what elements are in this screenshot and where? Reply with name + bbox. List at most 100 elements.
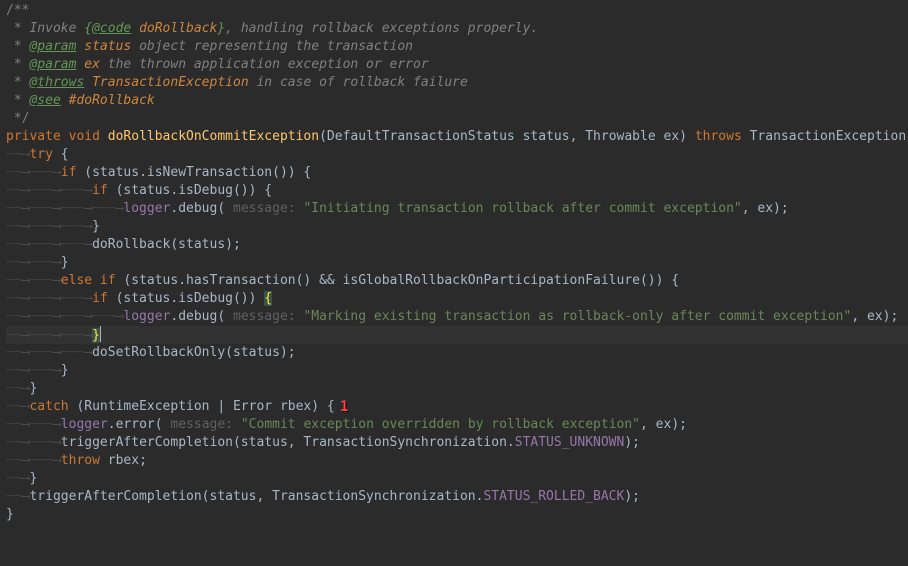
code-line[interactable]: ┈┈⟶}	[6, 470, 908, 488]
code-line[interactable]: ┈┈⟶catch (RuntimeException | Error rbex)…	[6, 398, 908, 416]
logger-field: logger	[123, 201, 170, 216]
code-line[interactable]: /**	[6, 2, 908, 20]
brace-close: }	[6, 507, 14, 522]
javadoc-param-name: ex	[76, 57, 99, 72]
brace-close: }	[29, 471, 37, 486]
indent-guide: ┈┈⟶┈┈┈⟶┈┈┈⟶	[6, 328, 92, 343]
javadoc-code-value: doRollback	[131, 21, 217, 36]
args-tail: , ex);	[851, 309, 898, 324]
javadoc-text: * Invoke	[6, 21, 84, 36]
statement-suffix: );	[624, 435, 640, 450]
param-type: DefaultTransactionStatus	[327, 129, 523, 144]
code-line[interactable]: ┈┈⟶┈┈┈⟶┈┈┈⟶if (status.isDebug()) {	[6, 182, 908, 200]
code-line[interactable]: */	[6, 110, 908, 128]
constant: STATUS_ROLLED_BACK	[483, 489, 624, 504]
code-line-active[interactable]: ┈┈⟶┈┈┈⟶┈┈┈⟶}	[6, 326, 908, 344]
code-line[interactable]: ┈┈⟶┈┈┈⟶┈┈┈⟶doRollback(status);	[6, 236, 908, 254]
code-line[interactable]: * Invoke {@code doRollback}, handling ro…	[6, 20, 908, 38]
brace-close: }	[92, 219, 100, 234]
javadoc-param-desc: object representing the transaction	[131, 39, 413, 54]
condition: (status.hasTransaction() && isGlobalRoll…	[116, 273, 680, 288]
kw-if: if	[61, 165, 77, 180]
javadoc-param-tag: @param	[29, 39, 76, 54]
method-call: debug(	[178, 201, 233, 216]
kw-catch: catch	[29, 399, 68, 414]
kw-throws: throws	[695, 129, 742, 144]
string-literal: "Marking existing transaction as rollbac…	[303, 309, 851, 324]
code-line[interactable]: ┈┈⟶triggerAfterCompletion(status, Transa…	[6, 488, 908, 506]
javadoc-open: /**	[6, 3, 29, 18]
javadoc-param-name: status	[76, 39, 131, 54]
javadoc-text: , handling rollback exceptions properly.	[225, 21, 538, 36]
code-line[interactable]: ┈┈⟶┈┈┈⟶throw rbex;	[6, 452, 908, 470]
param-hint: message:	[233, 201, 303, 216]
param-name: status	[523, 129, 570, 144]
code-line[interactable]: * @param ex the thrown application excep…	[6, 56, 908, 74]
javadoc-bullet: *	[6, 75, 29, 90]
code-line[interactable]: ┈┈⟶┈┈┈⟶if (status.isNewTransaction()) {	[6, 164, 908, 182]
javadoc-bullet: *	[6, 93, 29, 108]
javadoc-param-desc: the thrown application exception or erro…	[100, 57, 429, 72]
code-line[interactable]: ┈┈⟶┈┈┈⟶}	[6, 254, 908, 272]
code-line[interactable]: ┈┈⟶┈┈┈⟶┈┈┈⟶doSetRollbackOnly(status);	[6, 344, 908, 362]
indent-guide: ┈┈⟶┈┈┈⟶	[6, 255, 61, 270]
condition: (status.isNewTransaction()) {	[76, 165, 311, 180]
javadoc-code-close: }	[217, 21, 225, 36]
kw-private: private	[6, 129, 61, 144]
statement-suffix: );	[624, 489, 640, 504]
code-line[interactable]: ┈┈⟶┈┈┈⟶logger.error( message: "Commit ex…	[6, 416, 908, 434]
brace-close-matched: }	[92, 328, 100, 343]
condition: (status.isDebug())	[108, 291, 265, 306]
statement: doSetRollbackOnly(status);	[92, 345, 296, 360]
kw-throw: throw	[61, 453, 100, 468]
catch-clause: (RuntimeException | Error rbex) {	[69, 399, 335, 414]
javadoc-throws-name: TransactionException	[84, 75, 248, 90]
indent-guide: ┈┈⟶┈┈┈⟶	[6, 363, 61, 378]
code-line[interactable]: private void doRollbackOnCommitException…	[6, 128, 908, 146]
paren-open: (	[319, 129, 327, 144]
kw-void: void	[61, 129, 108, 144]
code-editor[interactable]: /** * Invoke {@code doRollback}, handlin…	[0, 0, 908, 524]
statement-prefix: triggerAfterCompletion(status, Transacti…	[29, 489, 483, 504]
javadoc-throws-tag: @throws	[29, 75, 84, 90]
code-line[interactable]: ┈┈⟶┈┈┈⟶else if (status.hasTransaction() …	[6, 272, 908, 290]
javadoc-close: */	[6, 111, 29, 126]
indent-guide: ┈┈⟶┈┈┈⟶	[6, 417, 61, 432]
code-line[interactable]: ┈┈⟶┈┈┈⟶triggerAfterCompletion(status, Tr…	[6, 434, 908, 452]
code-line[interactable]: * @throws TransactionException in case o…	[6, 74, 908, 92]
code-line[interactable]: * @see #doRollback	[6, 92, 908, 110]
indent-guide: ┈┈⟶┈┈┈⟶┈┈┈⟶	[6, 291, 92, 306]
indent-guide: ┈┈⟶┈┈┈⟶┈┈┈⟶┈┈┈⟶	[6, 201, 123, 216]
comma: ,	[570, 129, 586, 144]
dot: .	[108, 417, 116, 432]
javadoc-bullet: *	[6, 57, 29, 72]
code-line[interactable]: ┈┈⟶┈┈┈⟶┈┈┈⟶┈┈┈⟶logger.debug( message: "M…	[6, 308, 908, 326]
method-call: debug(	[178, 309, 233, 324]
brace-open-matched: {	[264, 291, 272, 306]
indent-guide: ┈┈⟶	[6, 381, 29, 396]
code-line[interactable]: * @param status object representing the …	[6, 38, 908, 56]
indent-guide: ┈┈⟶┈┈┈⟶┈┈┈⟶	[6, 183, 92, 198]
param-hint: message:	[170, 417, 240, 432]
code-line[interactable]: ┈┈⟶┈┈┈⟶┈┈┈⟶┈┈┈⟶logger.debug( message: "I…	[6, 200, 908, 218]
indent-guide: ┈┈⟶┈┈┈⟶┈┈┈⟶	[6, 237, 92, 252]
brace-open: {	[53, 147, 69, 162]
code-line[interactable]: ┈┈⟶┈┈┈⟶}	[6, 362, 908, 380]
kw-try: try	[29, 147, 52, 162]
indent-guide: ┈┈⟶┈┈┈⟶	[6, 453, 61, 468]
indent-guide: ┈┈⟶┈┈┈⟶	[6, 435, 61, 450]
code-line[interactable]: ┈┈⟶}	[6, 380, 908, 398]
string-literal: "Commit exception overridden by rollback…	[241, 417, 640, 432]
annotation-marker: 1	[340, 398, 348, 416]
brace-close: }	[61, 255, 69, 270]
indent-guide: ┈┈⟶	[6, 399, 29, 414]
code-line[interactable]: }	[6, 506, 908, 524]
string-literal: "Initiating transaction rollback after c…	[303, 201, 741, 216]
indent-guide: ┈┈⟶	[6, 471, 29, 486]
javadoc-see-target: #doRollback	[61, 93, 155, 108]
code-line[interactable]: ┈┈⟶try {	[6, 146, 908, 164]
code-line[interactable]: ┈┈⟶┈┈┈⟶┈┈┈⟶}	[6, 218, 908, 236]
indent-guide: ┈┈⟶┈┈┈⟶┈┈┈⟶	[6, 345, 92, 360]
code-line[interactable]: ┈┈⟶┈┈┈⟶┈┈┈⟶if (status.isDebug()) {	[6, 290, 908, 308]
indent-guide: ┈┈⟶┈┈┈⟶	[6, 165, 61, 180]
